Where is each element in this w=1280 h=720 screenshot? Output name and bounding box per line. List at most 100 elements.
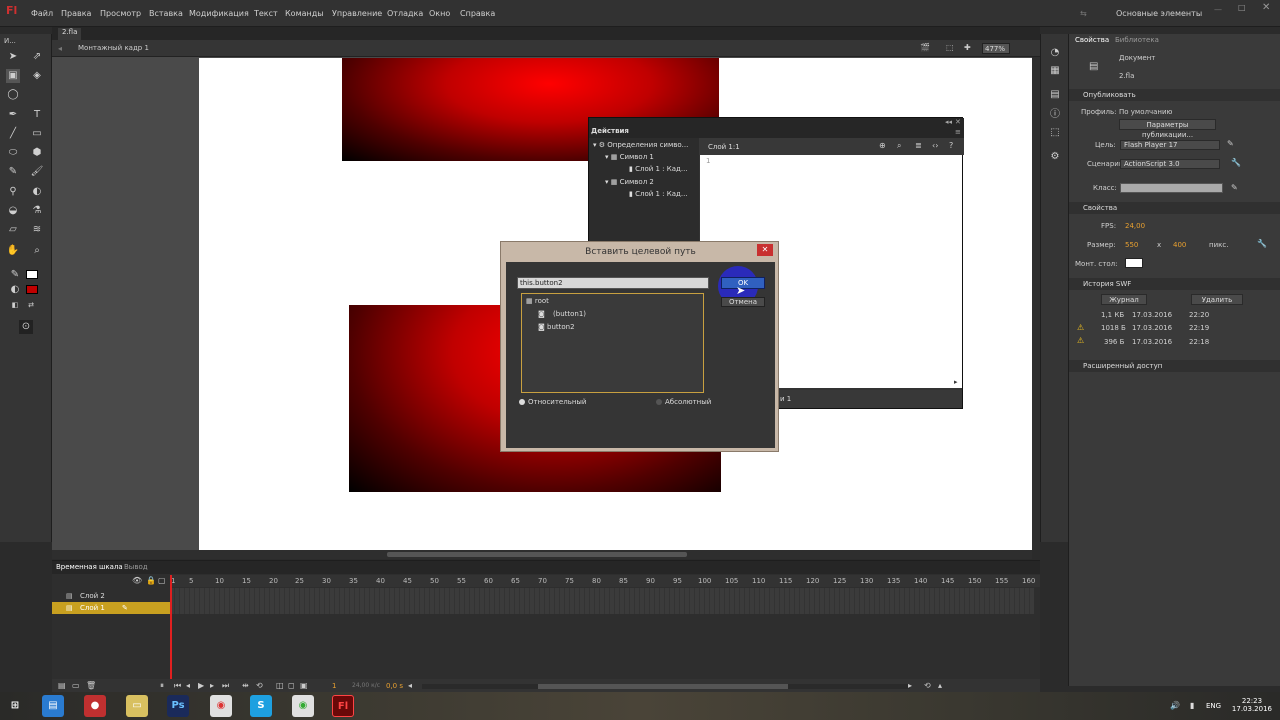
file-explorer-icon[interactable]: ▤ bbox=[42, 695, 64, 717]
system-clock[interactable]: 22:23 17.03.2016 bbox=[1232, 697, 1272, 713]
eyedropper-tool-icon[interactable]: ⚗ bbox=[30, 204, 44, 218]
menu-modify[interactable]: Модификация bbox=[189, 9, 249, 18]
loop-playback-icon[interactable]: ⟲ bbox=[256, 681, 263, 690]
menu-edit[interactable]: Правка bbox=[61, 9, 91, 18]
eraser-tool-icon[interactable]: ▱ bbox=[6, 223, 20, 237]
stroke-color-swatch[interactable] bbox=[26, 270, 38, 279]
format-icon[interactable]: ≣ bbox=[915, 141, 922, 150]
dialog-close-button[interactable]: ✕ bbox=[757, 244, 773, 256]
elapsed-time[interactable]: 0,0 s bbox=[386, 682, 403, 690]
onion-outline-icon[interactable]: ◻ bbox=[288, 681, 295, 690]
panel-menu-icon[interactable]: ≡ bbox=[955, 128, 961, 136]
volume-icon[interactable]: 🔊 bbox=[1170, 701, 1180, 710]
transform-panel-icon[interactable]: ⬚ bbox=[1048, 126, 1062, 140]
menu-debug[interactable]: Отладка bbox=[387, 9, 423, 18]
current-frame[interactable]: 1 bbox=[332, 682, 336, 690]
playhead[interactable] bbox=[170, 575, 172, 693]
symbol-icon[interactable]: ⬚ bbox=[946, 43, 954, 52]
new-folder-icon[interactable]: ▭ bbox=[72, 681, 80, 690]
tree-root[interactable]: ▦ root bbox=[526, 297, 549, 305]
swap-colors-icon[interactable]: ⇄ bbox=[24, 298, 38, 312]
onion-skin-icon[interactable]: ◫ bbox=[276, 681, 284, 690]
photoshop-icon[interactable]: Ps bbox=[167, 695, 189, 717]
tree-item-symbol1-layer[interactable]: ▮ Слой 1 : Кад... bbox=[629, 165, 688, 173]
tab-output[interactable]: Вывод bbox=[124, 563, 148, 571]
skype-icon[interactable]: S bbox=[250, 695, 272, 717]
horizontal-scrollbar[interactable] bbox=[52, 550, 1032, 559]
tree-item-symbol2-layer[interactable]: ▮ Слой 1 : Кад... bbox=[629, 190, 688, 198]
scroll-right-icon[interactable]: ▸ bbox=[954, 378, 958, 386]
panel-close-icon[interactable]: ✕ bbox=[955, 118, 961, 126]
lasso-tool-icon[interactable]: ◯ bbox=[6, 88, 20, 102]
selection-tool-icon[interactable]: ➤ bbox=[6, 50, 20, 64]
actions-panel-tab[interactable]: Действия bbox=[591, 127, 629, 135]
target-settings-icon[interactable]: ✎ bbox=[1227, 139, 1234, 148]
menu-insert[interactable]: Вставка bbox=[149, 9, 183, 18]
log-button[interactable]: Журнал bbox=[1101, 294, 1147, 305]
brush-tool-icon[interactable]: 🖌 bbox=[30, 165, 44, 179]
target-icon[interactable]: ⊕ bbox=[879, 141, 886, 150]
delete-button[interactable]: Удалить bbox=[1191, 294, 1243, 305]
zoom-select[interactable]: 477% bbox=[982, 43, 1010, 54]
step-back-icon[interactable]: ◂ bbox=[186, 681, 190, 690]
flash-taskbar-icon[interactable]: Fl bbox=[332, 695, 354, 717]
properties-section-header[interactable]: Свойства bbox=[1069, 202, 1280, 214]
frames-grid[interactable] bbox=[170, 588, 1034, 614]
color-panel-icon[interactable]: ◔ bbox=[1048, 46, 1062, 60]
snap-to-objects-icon[interactable]: ⊙ bbox=[19, 320, 33, 334]
stroke-color-icon[interactable]: ✎ bbox=[8, 268, 22, 282]
maximize-icon[interactable]: □ bbox=[1238, 3, 1246, 12]
chrome-icon[interactable]: ◉ bbox=[292, 695, 314, 717]
fill-color-icon[interactable]: ◐ bbox=[8, 283, 22, 297]
pencil-tool-icon[interactable]: ✎ bbox=[6, 165, 20, 179]
help-icon[interactable]: ? bbox=[949, 141, 953, 150]
find-icon[interactable]: ⌕ bbox=[897, 141, 901, 151]
width-value[interactable]: 550 bbox=[1125, 241, 1138, 249]
collapse-icon[interactable]: ◂◂ bbox=[945, 118, 952, 126]
delete-layer-icon[interactable]: 🗑 bbox=[86, 681, 96, 690]
chrome-icon[interactable]: ◉ bbox=[210, 695, 232, 717]
scroll-right-icon[interactable]: ▸ bbox=[908, 681, 912, 690]
layer-row-selected[interactable]: ▤ Слой 1 ✎ bbox=[52, 602, 170, 614]
timeline-ruler[interactable]: 1 5 10 15 20 25 30 35 40 45 50 55 60 65 … bbox=[170, 575, 1040, 587]
menu-commands[interactable]: Команды bbox=[285, 9, 324, 18]
workspace-switcher[interactable]: Основные элементы bbox=[1116, 9, 1202, 18]
tree-item-symbol1[interactable]: ▾ ▦ Символ 1 bbox=[605, 153, 654, 161]
lock-icon[interactable]: 🔒 bbox=[146, 576, 156, 585]
tab-library[interactable]: Библиотека bbox=[1115, 36, 1159, 44]
hand-tool-icon[interactable]: ✋ bbox=[6, 244, 20, 258]
close-icon[interactable]: ✕ bbox=[1262, 2, 1270, 13]
ink-bottle-tool-icon[interactable]: ◒ bbox=[6, 204, 20, 218]
absolute-radio[interactable]: Абсолютный bbox=[656, 398, 711, 406]
default-colors-icon[interactable]: ◧ bbox=[8, 298, 22, 312]
layer-row[interactable]: ▤ Слой 2 bbox=[52, 590, 170, 602]
stage-color-swatch[interactable] bbox=[1125, 258, 1143, 268]
text-tool-icon[interactable]: T bbox=[30, 108, 44, 122]
timeline-zoom-out-icon[interactable]: ▴ bbox=[938, 681, 942, 690]
3d-rotation-tool-icon[interactable]: ◈ bbox=[30, 69, 44, 83]
publish-settings-button[interactable]: Параметры публикации... bbox=[1119, 119, 1216, 139]
fill-color-swatch[interactable] bbox=[26, 285, 38, 294]
class-input[interactable] bbox=[1120, 183, 1223, 193]
document-tab[interactable]: 2.fla bbox=[58, 28, 82, 40]
timeline-scrollbar[interactable] bbox=[422, 684, 910, 689]
publish-section-header[interactable]: Опубликовать bbox=[1069, 89, 1280, 101]
timeline-scroll-thumb[interactable] bbox=[538, 684, 788, 689]
script-settings-icon[interactable]: 🔧 bbox=[1231, 158, 1241, 167]
step-forward-icon[interactable]: ▸ bbox=[210, 681, 214, 690]
size-settings-icon[interactable]: 🔧 bbox=[1257, 239, 1267, 248]
language-indicator[interactable]: ENG bbox=[1206, 702, 1221, 710]
swatches-panel-icon[interactable]: ▦ bbox=[1048, 64, 1062, 78]
minimize-icon[interactable]: — bbox=[1214, 5, 1222, 14]
center-icon[interactable]: ✚ bbox=[964, 43, 971, 52]
advanced-access-section-header[interactable]: Расширенный доступ bbox=[1069, 360, 1280, 372]
swf-history-section-header[interactable]: История SWF bbox=[1069, 278, 1280, 290]
free-transform-tool-icon[interactable]: ▣ bbox=[6, 69, 20, 83]
height-value[interactable]: 400 bbox=[1173, 241, 1186, 249]
components-panel-icon[interactable]: ⚙ bbox=[1048, 150, 1062, 164]
first-frame-icon[interactable]: ⏮ bbox=[174, 681, 181, 691]
last-frame-icon[interactable]: ⏭ bbox=[222, 681, 229, 691]
vertical-scrollbar[interactable] bbox=[1032, 57, 1040, 550]
paint-bucket-tool-icon[interactable]: ◐ bbox=[30, 185, 44, 199]
polystar-tool-icon[interactable]: ⬢ bbox=[30, 146, 44, 160]
